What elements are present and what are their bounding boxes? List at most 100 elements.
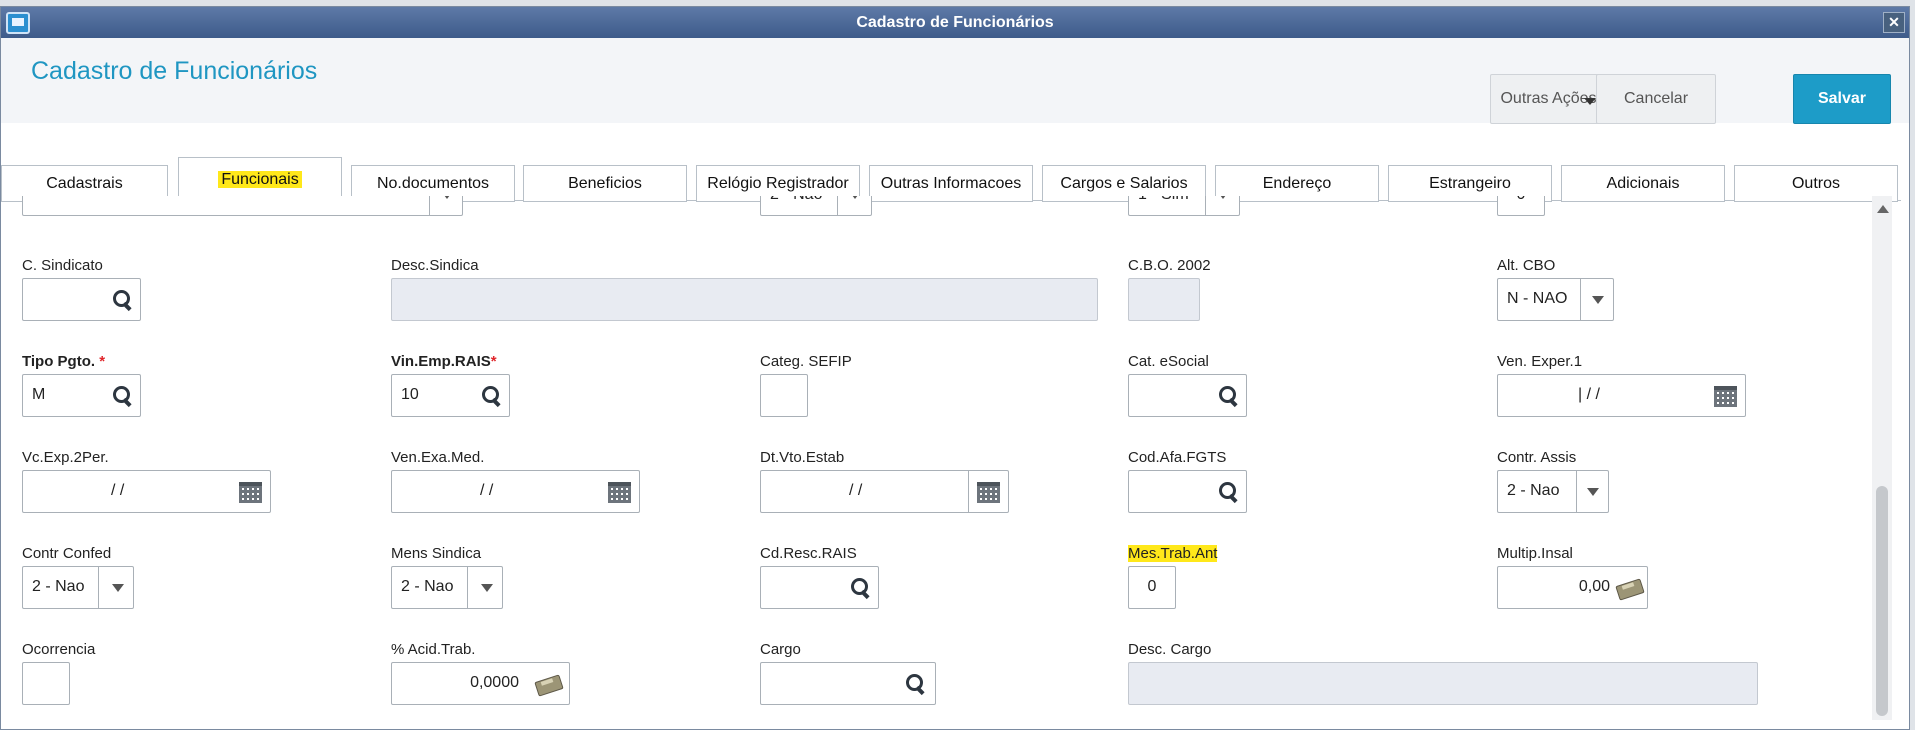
select-divider (429, 196, 430, 215)
top-select-2-value: 2 - Nao (770, 196, 822, 204)
mens-sindica-label: Mens Sindica (391, 545, 482, 562)
window-titlebar: Cadastro de Funcionários ✕ (1, 7, 1909, 38)
app-icon (6, 12, 30, 34)
cbo-2002-label: C.B.O. 2002 (1128, 257, 1211, 274)
desc-sindica-field (391, 278, 1098, 321)
cod-afa-fgts-input[interactable] (1128, 470, 1247, 513)
calendar-icon[interactable] (977, 482, 1000, 503)
cargo-label: Cargo (760, 641, 801, 658)
required-marker: * (490, 353, 497, 370)
calendar-icon[interactable] (608, 482, 631, 503)
top-select-2[interactable]: 2 - Nao (760, 196, 872, 216)
save-button[interactable]: Salvar (1793, 74, 1891, 124)
more-actions-label: Outras Ações (1500, 90, 1597, 107)
contr-assis-select[interactable]: 2 - Nao (1497, 470, 1609, 513)
mes-trab-ant-value: 0 (1147, 578, 1157, 595)
select-divider (1580, 279, 1581, 320)
c-sindicato-label: C. Sindicato (22, 257, 103, 274)
chevron-down-icon (1217, 196, 1229, 199)
multip-insal-value: 0,00 (1578, 578, 1610, 595)
multip-insal-label: Multip.Insal (1497, 545, 1573, 562)
desc-sindica-label: Desc.Sindica (391, 257, 479, 274)
field-divider (968, 471, 969, 512)
calendar-icon[interactable] (1714, 386, 1737, 407)
dt-vto-estab-date[interactable]: / / (760, 470, 1009, 513)
ven-exa-med-date[interactable]: / / (391, 470, 640, 513)
tipo-pgto-value: M (32, 386, 46, 403)
cat-esocial-input[interactable] (1128, 374, 1247, 417)
cargo-input[interactable] (760, 662, 936, 705)
scroll-thumb[interactable] (1876, 486, 1888, 716)
page-title: Cadastro de Funcionários (31, 57, 318, 85)
ven-exper1-label: Ven. Exper.1 (1497, 353, 1583, 370)
vc-exp-2per-date[interactable]: / / (22, 470, 271, 513)
acid-trab-input[interactable]: 0,0000 (391, 662, 570, 705)
top-select-3[interactable]: 1 - Sim (1128, 196, 1240, 216)
ocorrencia-input[interactable] (22, 662, 70, 705)
top-select-3-value: 1 - Sim (1138, 196, 1189, 204)
chevron-down-icon (1587, 488, 1599, 496)
chevron-down-icon (1584, 98, 1596, 105)
cancel-button[interactable]: Cancelar (1596, 74, 1716, 124)
contr-assis-value: 2 - Nao (1507, 482, 1560, 499)
categ-sefip-input[interactable] (760, 374, 808, 417)
vin-emp-rais-input[interactable]: 10 (391, 374, 510, 417)
c-sindicato-input[interactable] (22, 278, 141, 321)
multip-insal-input[interactable]: 0,00 (1497, 566, 1648, 609)
search-icon[interactable] (480, 385, 502, 407)
required-marker: * (99, 353, 106, 370)
chevron-down-icon (1592, 296, 1604, 304)
categ-sefip-label: Categ. SEFIP (760, 353, 852, 370)
cd-resc-rais-label: Cd.Resc.RAIS (760, 545, 857, 562)
search-icon[interactable] (111, 289, 133, 311)
alt-cbo-label: Alt. CBO (1497, 257, 1556, 274)
ven-exper1-value: | / / (1578, 386, 1600, 403)
vertical-scrollbar[interactable] (1872, 196, 1892, 720)
calendar-icon[interactable] (239, 482, 262, 503)
tab-bar: Cadastrais Funcionais No.documentos Bene… (1, 157, 1901, 202)
cd-resc-rais-input[interactable] (760, 566, 879, 609)
search-icon[interactable] (1217, 385, 1239, 407)
calculator-icon[interactable] (1617, 577, 1639, 599)
tab-funcionais-label: Funcionais (218, 171, 302, 188)
cod-afa-fgts-label: Cod.Afa.FGTS (1128, 449, 1227, 466)
contr-confed-label: Contr Confed (22, 545, 112, 562)
search-icon[interactable] (904, 673, 926, 695)
ven-exa-med-value: / / (480, 482, 494, 499)
vc-exp-2per-value: / / (111, 482, 125, 499)
mens-sindica-select[interactable]: 2 - Nao (391, 566, 503, 609)
select-divider (1576, 471, 1577, 512)
tipo-pgto-label: Tipo Pgto. * (22, 353, 105, 370)
tipo-pgto-label-text: Tipo Pgto. (22, 353, 96, 370)
top-select-1[interactable] (22, 196, 463, 216)
ven-exper1-date[interactable]: | / / (1497, 374, 1746, 417)
tipo-pgto-input[interactable]: M (22, 374, 141, 417)
contr-confed-value: 2 - Nao (32, 578, 85, 595)
contr-confed-select[interactable]: 2 - Nao (22, 566, 134, 609)
mes-trab-ant-label: Mes.Trab.Ant (1128, 545, 1218, 562)
vin-emp-rais-value: 10 (401, 386, 419, 403)
chevron-down-icon (441, 196, 453, 199)
chevron-down-icon (112, 584, 124, 592)
select-divider (1205, 196, 1206, 215)
scroll-up-icon[interactable] (1877, 205, 1889, 213)
search-icon[interactable] (111, 385, 133, 407)
ven-exa-med-label: Ven.Exa.Med. (391, 449, 485, 466)
more-actions-button[interactable]: Outras Ações (1490, 74, 1607, 124)
desc-cargo-field (1128, 662, 1758, 705)
search-icon[interactable] (1217, 481, 1239, 503)
calculator-icon[interactable] (536, 673, 558, 695)
alt-cbo-select[interactable]: N - NAO (1497, 278, 1614, 321)
acid-trab-label: % Acid.Trab. (391, 641, 476, 658)
vin-emp-rais-label: Vin.Emp.RAIS* (391, 353, 497, 370)
select-divider (98, 567, 99, 608)
search-icon[interactable] (849, 577, 871, 599)
acid-trab-value: 0,0000 (470, 674, 519, 691)
top-number-value: 0 (1498, 196, 1544, 204)
top-number-field[interactable]: 0 (1497, 196, 1545, 216)
chevron-down-icon (481, 584, 493, 592)
close-icon[interactable]: ✕ (1883, 12, 1905, 33)
dt-vto-estab-value: / / (849, 482, 863, 499)
window-title: Cadastro de Funcionários (856, 14, 1054, 31)
mes-trab-ant-input[interactable]: 0 (1128, 566, 1176, 609)
